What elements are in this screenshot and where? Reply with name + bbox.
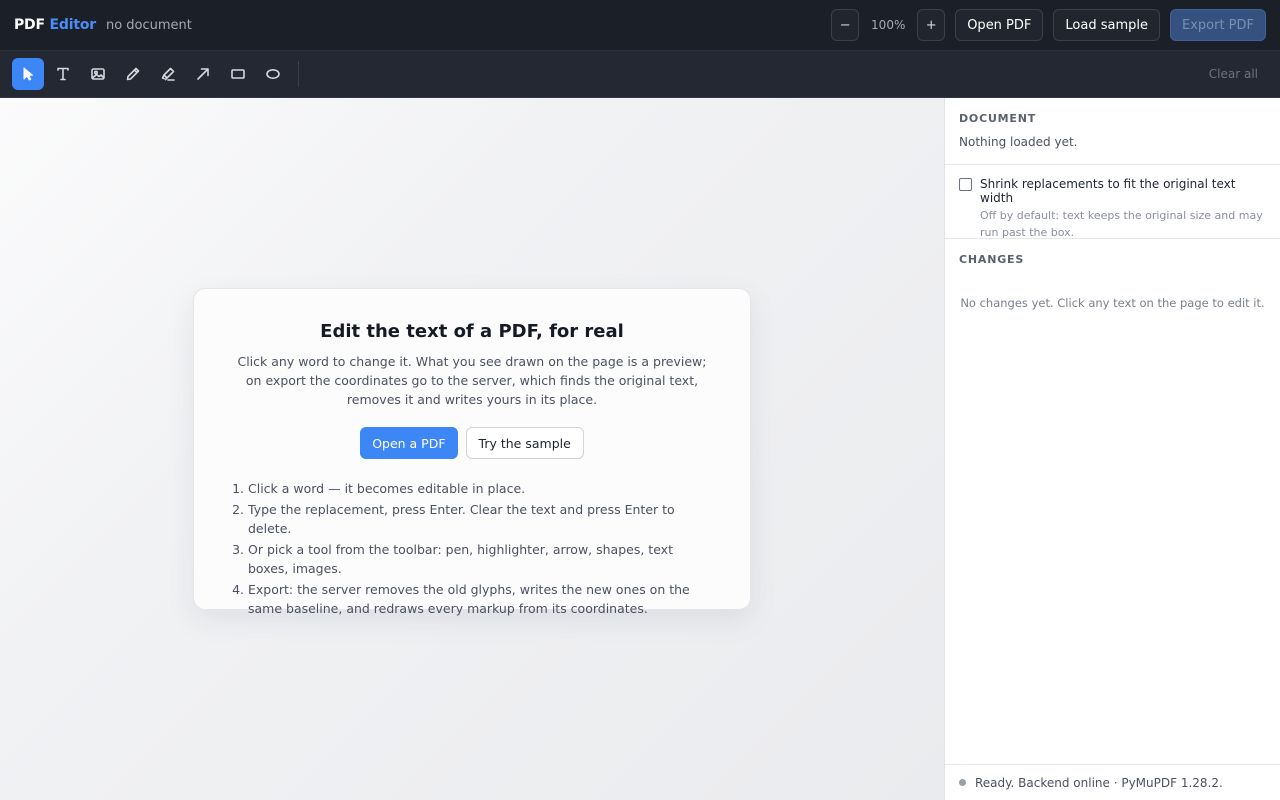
clear-all-button[interactable]: Clear all [1209,67,1258,81]
welcome-buttons: Open a PDF Try the sample [230,427,714,459]
open-pdf-button[interactable]: Open PDF [955,9,1044,41]
step-item: Type the replacement, press Enter. Clear… [248,500,714,538]
shrink-label[interactable]: Shrink replacements to fit the original … [980,177,1266,205]
zoom-level: 100% [871,18,906,32]
arrow-tool-button[interactable] [187,58,219,90]
tool-bar: Clear all [0,51,1280,98]
zoom-out-button[interactable]: − [831,9,860,41]
image-icon [91,68,105,80]
step-item: Or pick a tool from the toolbar: pen, hi… [248,540,714,578]
highlighter-icon [161,67,175,81]
ellipse-tool-button[interactable] [257,58,289,90]
step-item: Export: the server removes the old glyph… [248,580,714,618]
export-pdf-button[interactable]: Export PDF [1169,9,1266,41]
status-text: Ready. Backend online · PyMuPDF 1.28.2. [975,775,1223,790]
welcome-description: Click any word to change it. What you se… [237,354,707,407]
cursor-icon [23,67,33,81]
arrow-icon [197,68,209,80]
brand-primary: PDF [14,17,45,33]
page-canvas: Edit the text of a PDF, for real Click a… [0,98,944,800]
steps-list: Click a word — it becomes editable in pl… [230,479,714,618]
top-actions: − 100% + Open PDF Load sample Export PDF [831,9,1266,41]
shrink-checkbox[interactable] [959,178,972,191]
text-tool-button[interactable] [47,58,79,90]
document-heading: DOCUMENT [959,112,1037,125]
select-tool-button[interactable] [12,58,44,90]
status-bar: Ready. Backend online · PyMuPDF 1.28.2. [945,764,1280,800]
shrink-hint: Off by default: text keeps the original … [980,209,1263,239]
text-icon [57,67,69,81]
rectangle-tool-button[interactable] [222,58,254,90]
highlighter-tool-button[interactable] [152,58,184,90]
pen-icon [126,67,140,81]
welcome-card: Edit the text of a PDF, for real Click a… [193,288,751,616]
document-name: no document [105,17,192,33]
document-status: Nothing loaded yet. [959,135,1078,149]
shrink-option: Shrink replacements to fit the original … [945,165,1280,239]
rectangle-icon [231,69,245,79]
ellipse-icon [266,69,280,79]
document-section: DOCUMENT Nothing loaded yet. [945,98,1280,165]
open-a-pdf-button[interactable]: Open a PDF [360,427,458,459]
shrink-option-text: Shrink replacements to fit the original … [980,177,1266,239]
side-panel: DOCUMENT Nothing loaded yet. Shrink repl… [944,98,1280,800]
app-brand: PDF Editor [14,17,96,33]
try-sample-button[interactable]: Try the sample [465,427,584,459]
load-sample-button[interactable]: Load sample [1053,9,1160,41]
toolbar-divider [298,61,299,87]
step-item: Click a word — it becomes editable in pl… [248,479,714,498]
image-tool-button[interactable] [82,58,114,90]
welcome-title: Edit the text of a PDF, for real [320,321,624,342]
top-bar: PDF Editor no document − 100% + Open PDF… [0,0,1280,51]
zoom-in-button[interactable]: + [917,9,946,41]
changes-heading: CHANGES [959,253,1025,266]
changes-section: CHANGES No changes yet. Click any text o… [945,239,1280,310]
brand-accent: Editor [49,17,97,33]
pen-tool-button[interactable] [117,58,149,90]
status-dot-icon [959,779,966,786]
changes-empty-message: No changes yet. Click any text on the pa… [960,296,1265,310]
